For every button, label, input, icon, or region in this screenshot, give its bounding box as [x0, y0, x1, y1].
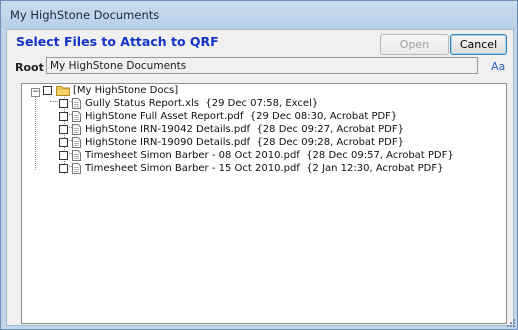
open-button[interactable]: Open	[380, 34, 449, 55]
document-icon	[72, 163, 81, 174]
window-title: My HighStone Documents	[10, 8, 160, 22]
folder-icon	[56, 86, 70, 96]
font-size-link[interactable]: Aa	[491, 60, 505, 73]
file-meta: {29 Dec 08:30, Acrobat PDF}	[249, 111, 398, 122]
file-checkbox[interactable]	[59, 164, 68, 173]
root-checkbox[interactable]	[43, 86, 52, 95]
title-bar[interactable]: My HighStone Documents	[1, 1, 517, 29]
file-checkbox[interactable]	[59, 112, 68, 121]
tree-file-node[interactable]: Timesheet Simon Barber - 15 Oct 2010.pdf…	[59, 162, 443, 175]
file-name: Timesheet Simon Barber - 08 Oct 2010.pdf	[85, 150, 300, 161]
file-meta: {28 Dec 09:57, Acrobat PDF}	[306, 150, 454, 161]
document-icon	[72, 150, 81, 161]
dialog-window: My HighStone Documents Select Files to A…	[0, 0, 518, 330]
file-meta: {28 Dec 09:28, Acrobat PDF}	[256, 137, 405, 148]
file-name: Gully Status Report.xls	[85, 98, 200, 109]
tree-root-node[interactable]: [My HighStone Docs]	[43, 84, 178, 97]
root-field[interactable]: My HighStone Documents	[46, 57, 478, 74]
file-meta: {28 Dec 09:27, Acrobat PDF}	[256, 124, 405, 135]
document-icon	[72, 98, 81, 109]
tree-connector	[35, 94, 36, 170]
tree-file-node[interactable]: HighStone IRN-19090 Details.pdf {28 Dec …	[59, 136, 404, 149]
resize-grip-icon[interactable]	[505, 317, 516, 328]
file-tree[interactable]: − [My HighStone Docs] Gully Status Repor…	[21, 83, 507, 324]
tree-file-node[interactable]: HighStone IRN-19042 Details.pdf {28 Dec …	[59, 123, 404, 136]
file-name: HighStone IRN-19090 Details.pdf	[85, 137, 251, 148]
tree-file-node[interactable]: Gully Status Report.xls {29 Dec 07:58, E…	[59, 97, 318, 110]
file-checkbox[interactable]	[59, 125, 68, 134]
file-meta: {2 Jan 12:30, Acrobat PDF}	[306, 163, 444, 174]
file-name: HighStone Full Asset Report.pdf	[85, 111, 244, 122]
file-checkbox[interactable]	[59, 99, 68, 108]
dialog-heading: Select Files to Attach to QRF	[16, 34, 219, 49]
file-meta: {29 Dec 07:58, Excel}	[205, 98, 319, 109]
file-checkbox[interactable]	[59, 138, 68, 147]
document-icon	[72, 137, 81, 148]
document-icon	[72, 111, 81, 122]
root-label: Root	[15, 61, 44, 74]
file-checkbox[interactable]	[59, 151, 68, 160]
cancel-button[interactable]: Cancel	[450, 34, 507, 55]
tree-file-node[interactable]: Timesheet Simon Barber - 08 Oct 2010.pdf…	[59, 149, 454, 162]
root-node-label: [My HighStone Docs]	[73, 85, 179, 96]
file-name: HighStone IRN-19042 Details.pdf	[85, 124, 251, 135]
file-name: Timesheet Simon Barber - 15 Oct 2010.pdf	[85, 163, 300, 174]
tree-file-node[interactable]: HighStone Full Asset Report.pdf {29 Dec …	[59, 110, 397, 123]
collapse-toggle[interactable]: −	[31, 88, 40, 97]
document-icon	[72, 124, 81, 135]
dialog-body: Select Files to Attach to QRF Open Cance…	[6, 29, 514, 326]
